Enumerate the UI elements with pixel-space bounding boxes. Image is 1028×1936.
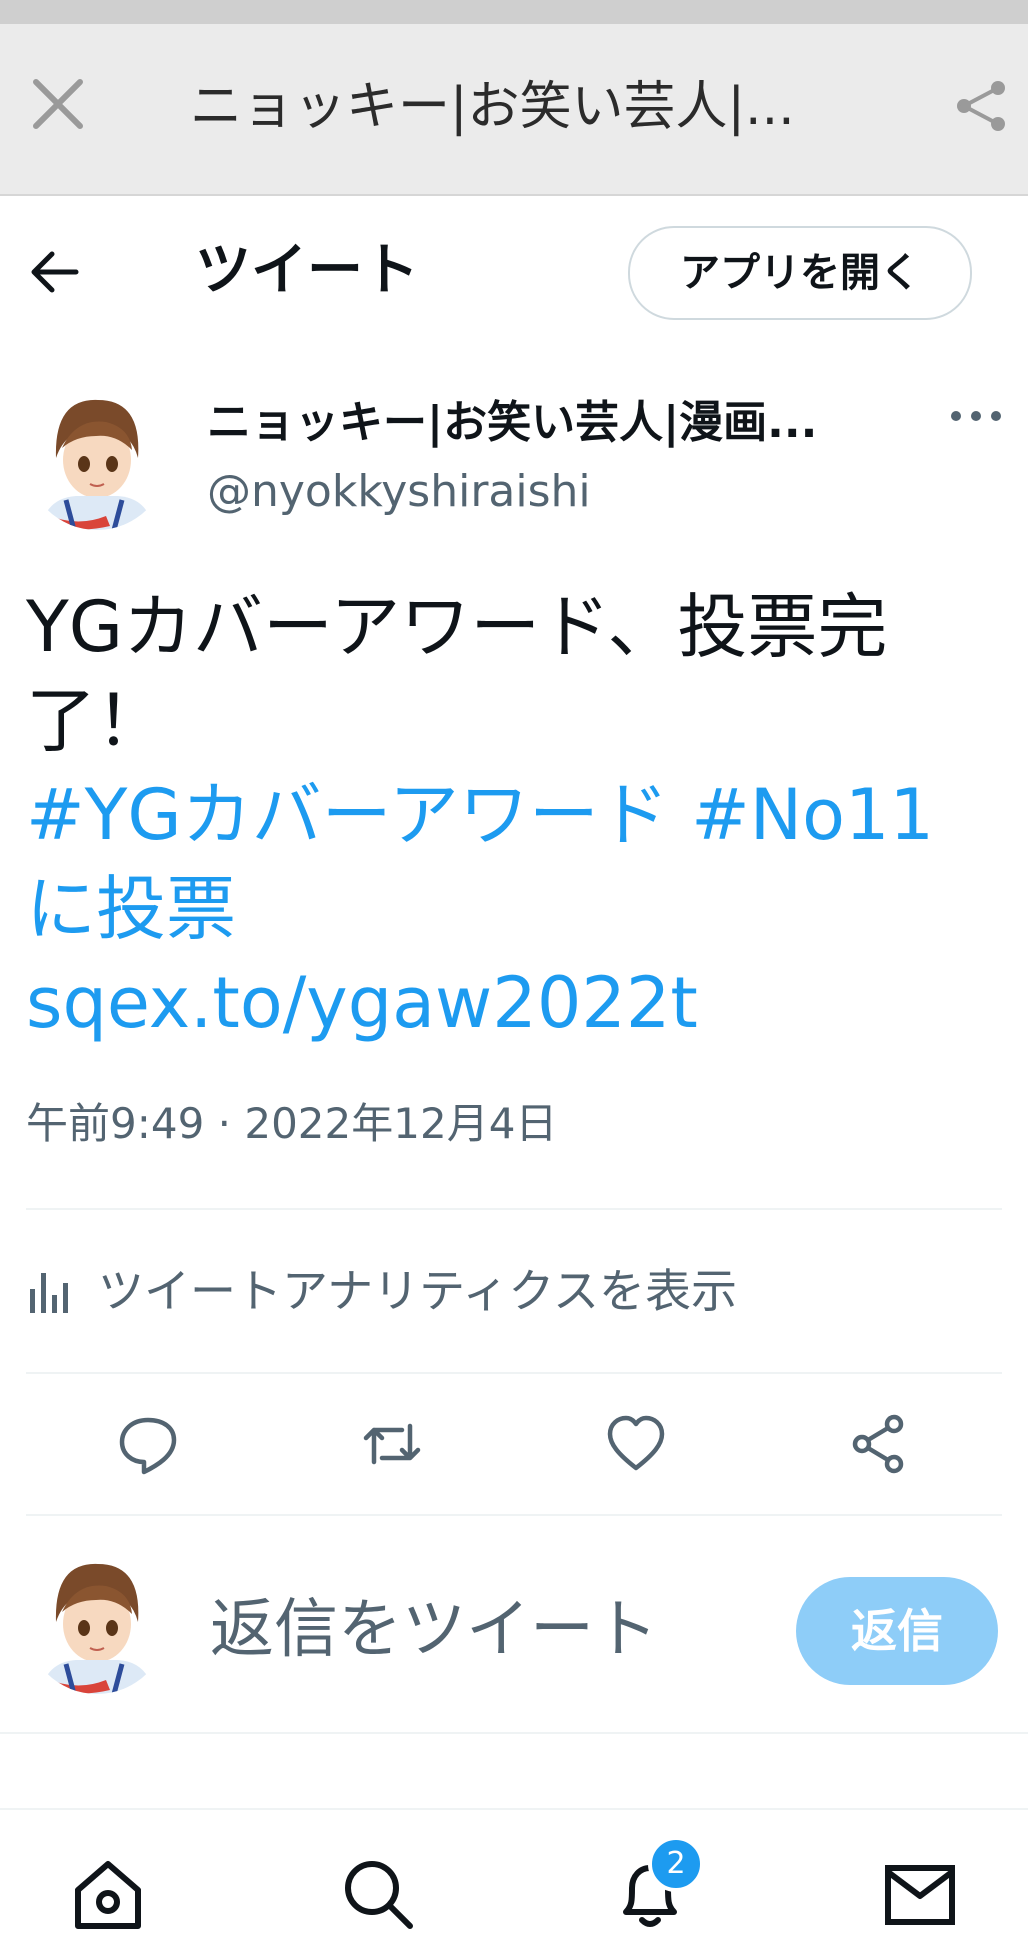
reply-submit-button[interactable]: 返信	[796, 1577, 998, 1685]
url-link[interactable]: sqex.to/ygaw2022t	[26, 962, 698, 1044]
nav-home[interactable]	[70, 1856, 146, 1932]
share-icon	[852, 1414, 904, 1474]
open-app-button[interactable]: アプリを開く	[628, 226, 972, 320]
tweet-tail-text: に投票	[26, 868, 236, 950]
close-icon	[33, 79, 83, 129]
tweet-timestamp[interactable]: 午前9:49 · 2022年12月4日	[26, 1092, 557, 1156]
nav-messages[interactable]	[882, 1856, 958, 1932]
divider	[26, 1208, 1002, 1210]
nav-search[interactable]	[340, 1856, 416, 1932]
analytics-label: ツイートアナリティクスを表示	[98, 1264, 737, 1318]
tweet-text: YGカバーアワード、投票完了！ #YGカバーアワード #No11 に投票 sqe…	[26, 580, 1006, 1050]
retweet-button[interactable]	[360, 1412, 424, 1476]
author-name[interactable]: ニョッキー|お笑い芸人|漫画...	[207, 393, 867, 453]
messages-icon	[885, 1865, 955, 1925]
back-button[interactable]	[26, 246, 82, 298]
home-icon	[75, 1861, 141, 1929]
current-user-avatar[interactable]	[26, 1552, 168, 1694]
bottom-navigation	[0, 1808, 1028, 1922]
like-icon	[607, 1415, 665, 1471]
retweet-icon	[363, 1423, 421, 1465]
system-status-bar	[0, 0, 1028, 24]
more-horizontal-icon	[951, 411, 1001, 421]
page-title: ツイート	[195, 238, 419, 303]
reply-input[interactable]: 返信をツイート	[210, 1590, 658, 1670]
divider	[26, 1514, 1002, 1516]
hashtag-link[interactable]: #YGカバーアワード	[26, 774, 669, 856]
bar-chart-icon	[30, 1273, 68, 1313]
share-icon	[957, 81, 1005, 131]
reply-icon	[119, 1417, 177, 1475]
more-options-button[interactable]	[946, 396, 1006, 436]
arrow-left-icon	[31, 251, 79, 293]
tweet-main-text: YGカバーアワード、投票完了！	[26, 586, 888, 762]
divider	[0, 1732, 1028, 1734]
close-button[interactable]	[28, 74, 88, 134]
browser-share-button[interactable]	[954, 78, 1010, 134]
analytics-link[interactable]: ツイートアナリティクスを表示	[26, 1256, 737, 1326]
share-tweet-button[interactable]	[848, 1412, 912, 1476]
hashtag-link[interactable]: #No11	[691, 774, 934, 856]
reply-button[interactable]	[116, 1412, 180, 1476]
browser-page-title: ニョッキー|お笑い芸人|...	[190, 77, 795, 137]
author-handle[interactable]: @nyokkyshiraishi	[207, 462, 591, 522]
like-button[interactable]	[604, 1412, 668, 1476]
avatar[interactable]	[26, 388, 168, 530]
search-icon	[345, 1861, 413, 1929]
divider	[26, 1372, 1002, 1374]
notification-badge: 2	[648, 1836, 704, 1892]
